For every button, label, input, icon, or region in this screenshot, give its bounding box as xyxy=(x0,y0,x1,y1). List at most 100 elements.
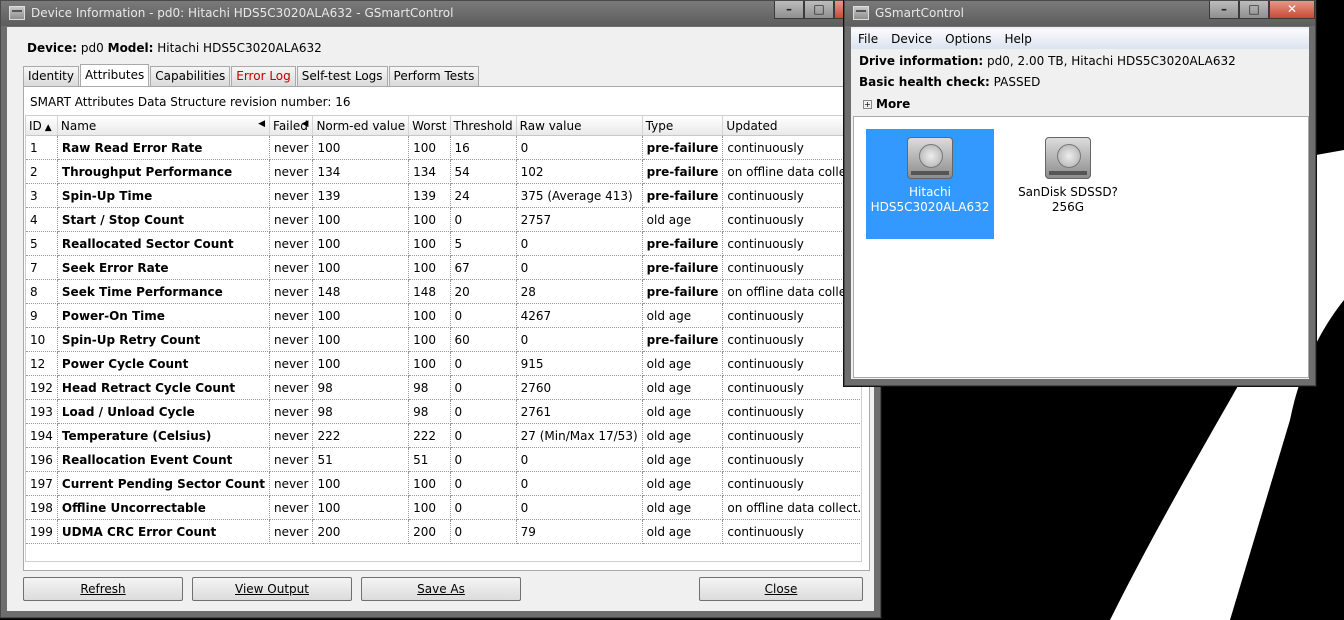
save-as-button[interactable]: Save As xyxy=(361,577,521,601)
column-header-label: Type xyxy=(645,118,674,133)
cell-threshold: 0 xyxy=(450,303,517,328)
table-row[interactable]: 1 Raw Read Error Rate never 100 100 16 0 pre-fa… xyxy=(26,135,861,160)
table-row[interactable]: 8 Seek Time Performance never 148 148 20 28 pre… xyxy=(26,279,861,304)
table-row[interactable]: 192 Head Retract Cycle Count never 98 98 0 276… xyxy=(26,375,861,400)
sort-ascending-icon: ▲ xyxy=(44,122,52,133)
cell-raw-value: 0 xyxy=(516,495,643,520)
table-row[interactable]: 3 Spin-Up Time never 139 139 24 375 (Average 4… xyxy=(26,183,861,208)
cell-id: 10 xyxy=(26,327,58,352)
table-row[interactable]: 5 Reallocated Sector Count never 100 100 5 0 pr… xyxy=(26,231,861,256)
cell-type: old age xyxy=(642,519,724,544)
table-row[interactable]: 12 Power Cycle Count never 100 100 0 915 old ag… xyxy=(26,351,861,376)
cell-updated: continuously xyxy=(722,255,861,280)
table-row[interactable]: 193 Load / Unload Cycle never 98 98 0 2761 old … xyxy=(26,399,861,424)
table-row[interactable]: 199 UDMA CRC Error Count never 200 200 0 79 old… xyxy=(26,519,861,544)
table-row[interactable]: 196 Reallocation Event Count never 51 51 0 0 ol… xyxy=(26,447,861,472)
column-header-normed-value[interactable]: Norm-ed value xyxy=(312,116,410,136)
cell-updated: continuously xyxy=(722,183,861,208)
cell-raw-value: 27 (Min/Max 17/53) xyxy=(516,423,643,448)
drive-item-label: SanDisk SDSSD?256G xyxy=(1018,185,1118,214)
cell-threshold: 67 xyxy=(450,255,517,280)
view-output-button-label: View Output xyxy=(235,582,309,596)
cell-type: old age xyxy=(642,303,724,328)
cell-worst: 100 xyxy=(408,135,451,160)
table-row[interactable]: 4 Start / Stop Count never 100 100 0 2757 old a… xyxy=(26,207,861,232)
tab-self-test-logs[interactable]: Self-test Logs xyxy=(296,66,388,86)
cell-type: old age xyxy=(642,351,724,376)
column-header-raw-value[interactable]: Raw value xyxy=(516,116,643,136)
table-row[interactable]: 194 Temperature (Celsius) never 222 222 0 27 (… xyxy=(26,423,861,448)
column-header-type[interactable]: Type xyxy=(642,116,724,136)
maximize-button[interactable]: □ xyxy=(804,1,834,19)
menu-help[interactable]: Help xyxy=(997,29,1037,49)
revision-number-text: SMART Attributes Data Structure revision… xyxy=(30,95,351,109)
cell-failed: never xyxy=(269,399,314,424)
cell-name: Current Pending Sector Count xyxy=(57,471,271,496)
drive-item-sandisk[interactable]: SanDisk SDSSD?256G xyxy=(1004,129,1132,239)
tab-identity[interactable]: Identity xyxy=(23,66,79,86)
close-button-label: Close xyxy=(764,582,798,596)
tab-error-log[interactable]: Error Log xyxy=(231,66,296,86)
cell-updated: continuously xyxy=(722,399,861,424)
cell-normed-value: 100 xyxy=(312,495,410,520)
cell-name: Seek Time Performance xyxy=(57,279,271,304)
main-title-bar[interactable]: GSmartControl – □ ✕ xyxy=(845,1,1315,26)
menu-file[interactable]: File xyxy=(851,29,884,49)
cell-threshold: 60 xyxy=(450,327,517,352)
column-header-failed[interactable]: Failed ◀ xyxy=(269,116,314,136)
cell-name: Seek Error Rate xyxy=(57,255,271,280)
more-expander[interactable]: + More xyxy=(863,97,910,111)
cell-raw-value: 0 xyxy=(516,255,643,280)
cell-updated: continuously xyxy=(722,447,861,472)
cell-raw-value: 0 xyxy=(516,447,643,472)
table-row[interactable]: 9 Power-On Time never 100 100 0 4267 old age con… xyxy=(26,303,861,328)
minimize-button[interactable]: – xyxy=(774,1,804,19)
cell-type: pre-failure xyxy=(642,159,724,184)
cell-failed: never xyxy=(269,279,314,304)
table-row[interactable]: 197 Current Pending Sector Count never 100 1… xyxy=(26,471,861,496)
column-header-label: Worst xyxy=(412,118,447,133)
cell-threshold: 0 xyxy=(450,423,517,448)
table-row[interactable]: 2 Throughput Performance never 134 134 54 102 p… xyxy=(26,159,861,184)
attributes-table-container[interactable]: ID ▲ Name ◀ Failed ◀ Norm-ed value Worst Thresho… xyxy=(25,115,862,562)
column-header-name[interactable]: Name ◀ xyxy=(57,116,271,136)
menu-bar: File Device Options Help xyxy=(851,29,1309,49)
table-row[interactable]: 198 Offline Uncorrectable never 100 100 0 0 old… xyxy=(26,495,861,520)
save-as-button-label: Save As xyxy=(417,582,465,596)
cell-updated: continuously xyxy=(722,351,861,376)
title-bar[interactable]: Device Information - pd0: Hitachi HDS5C3… xyxy=(1,1,880,26)
view-output-button[interactable]: View Output xyxy=(192,577,352,601)
cell-raw-value: 0 xyxy=(516,327,643,352)
cell-id: 199 xyxy=(26,519,58,544)
cell-id: 3 xyxy=(26,183,58,208)
drive-info-value: pd0, 2.00 TB, Hitachi HDS5C3020ALA632 xyxy=(987,54,1236,68)
device-header: Device: pd0 Model: Hitachi HDS5C3020ALA6… xyxy=(27,41,322,55)
cell-id: 7 xyxy=(26,255,58,280)
table-row[interactable]: 10 Spin-Up Retry Count never 100 100 60 0 pre-f… xyxy=(26,327,861,352)
drive-item-hitachi[interactable]: Hitachi HDS5C3020ALA632 xyxy=(866,129,994,239)
main-maximize-button[interactable]: □ xyxy=(1239,1,1269,19)
menu-device[interactable]: Device xyxy=(884,29,938,49)
refresh-button[interactable]: Refresh xyxy=(23,577,183,601)
tab-perform-tests[interactable]: Perform Tests xyxy=(388,66,480,86)
cell-name: Power Cycle Count xyxy=(57,351,271,376)
main-minimize-button[interactable]: – xyxy=(1209,1,1239,19)
cell-worst: 200 xyxy=(408,519,451,544)
cell-failed: never xyxy=(269,159,314,184)
cell-updated: continuously xyxy=(722,519,861,544)
tab-capabilities[interactable]: Capabilities xyxy=(150,66,231,86)
cell-id: 194 xyxy=(26,423,58,448)
column-header-worst[interactable]: Worst xyxy=(408,116,451,136)
column-resize-arrow-icon: ◀ xyxy=(301,119,309,129)
main-close-button[interactable]: ✕ xyxy=(1269,1,1315,19)
cell-type: pre-failure xyxy=(642,231,724,256)
close-button[interactable]: Close xyxy=(699,577,863,601)
column-header-id[interactable]: ID ▲ xyxy=(26,116,58,136)
cell-worst: 98 xyxy=(408,399,451,424)
menu-options[interactable]: Options xyxy=(938,29,997,49)
table-row[interactable]: 7 Seek Error Rate never 100 100 67 0 pre-failur… xyxy=(26,255,861,280)
column-header-threshold[interactable]: Threshold xyxy=(450,116,517,136)
column-header-updated[interactable]: Updated◀ xyxy=(722,116,861,136)
tab-attributes[interactable]: Attributes xyxy=(80,64,150,86)
cell-raw-value: 102 xyxy=(516,159,643,184)
